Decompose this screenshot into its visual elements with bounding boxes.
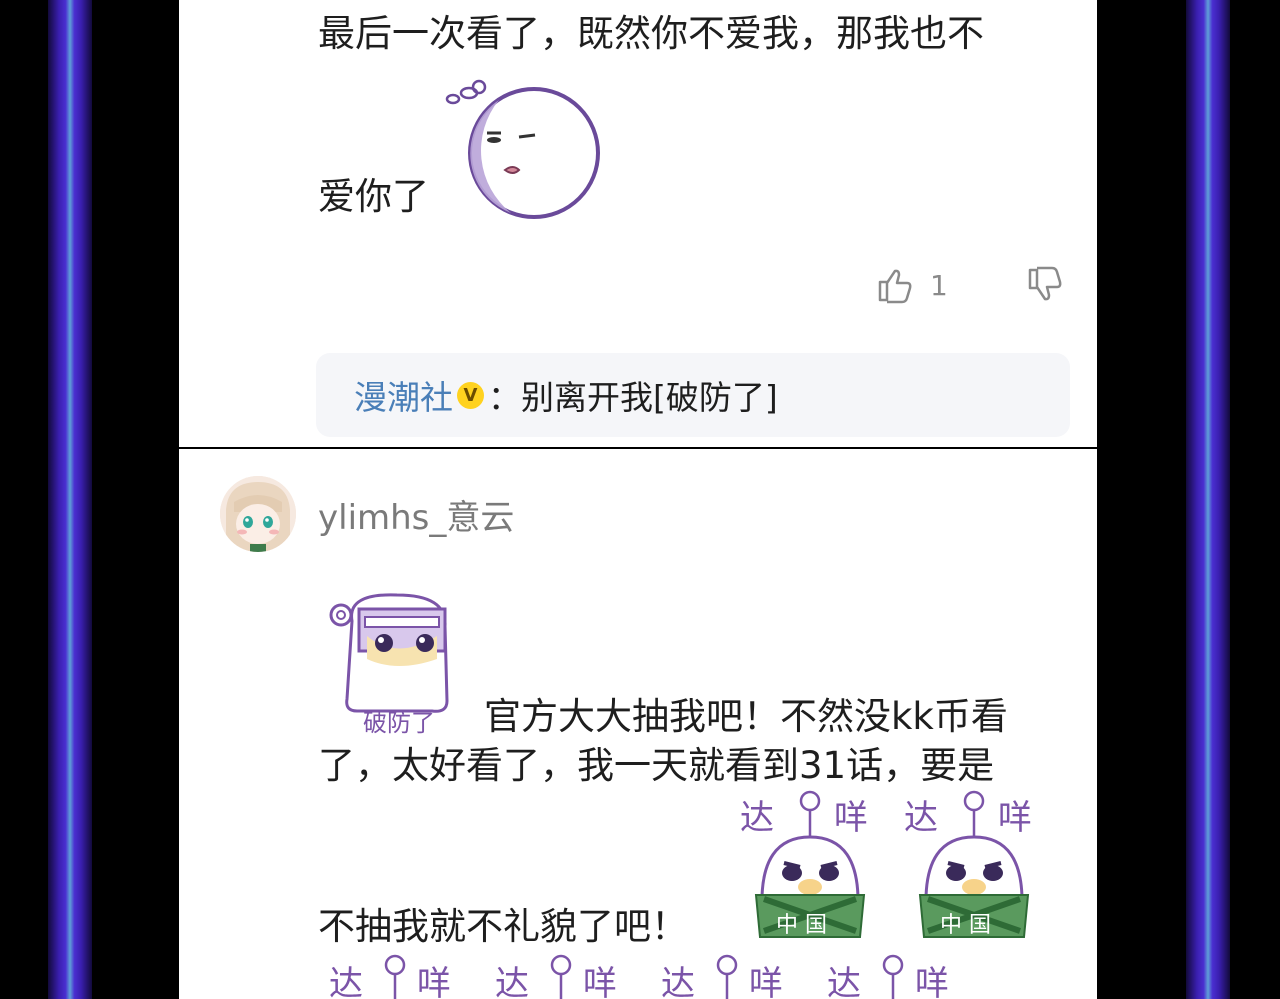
svg-text:达: 达 bbox=[827, 964, 861, 999]
comment-text-line1: 官方大大抽我吧！不然没kk币看 bbox=[484, 695, 1008, 738]
damie-sticker: 达 咩 中 国 bbox=[740, 790, 868, 938]
right-glow-border bbox=[1186, 0, 1230, 999]
like-button[interactable]: 1 bbox=[876, 266, 948, 304]
svg-text:咩: 咩 bbox=[417, 964, 451, 999]
user-avatar[interactable] bbox=[220, 476, 296, 552]
svg-text:达: 达 bbox=[495, 964, 529, 999]
sticker-broken-label: 破防了 bbox=[363, 709, 435, 737]
svg-text:达: 达 bbox=[329, 964, 363, 999]
svg-text:咩: 咩 bbox=[915, 964, 949, 999]
thumb-down-icon bbox=[1028, 266, 1062, 301]
svg-text:中 国: 中 国 bbox=[776, 913, 827, 938]
damie-sticker-top: 达 咩 bbox=[827, 954, 949, 999]
svg-text:达: 达 bbox=[740, 798, 774, 838]
reply-separator: ： bbox=[488, 378, 521, 417]
svg-text:达: 达 bbox=[661, 964, 695, 999]
svg-text:咩: 咩 bbox=[834, 798, 868, 838]
damie-sticker: 达 咩 中 国 bbox=[904, 790, 1032, 938]
comment-card-bottom: ylimhs_意云 破防了 官方大大抽我吧！不然没kk币看 了，太好看了，我一天… bbox=[179, 449, 1097, 999]
svg-text:咩: 咩 bbox=[583, 964, 617, 999]
reply-preview[interactable]: 漫潮社 V ： 别离开我[破防了] bbox=[316, 353, 1070, 437]
dislike-button[interactable] bbox=[1026, 266, 1064, 304]
reply-author-name[interactable]: 漫潮社 bbox=[354, 371, 453, 419]
svg-text:咩: 咩 bbox=[749, 964, 783, 999]
comment-card-top: 最后一次看了，既然你不爱我，那我也不 爱你了 1 漫潮社 V ： 别离开我[破防… bbox=[179, 0, 1097, 447]
left-glow-border bbox=[48, 0, 92, 999]
damie-sticker-row-2: 达 咩 达 咩 达 咩 达 咩 bbox=[329, 949, 951, 999]
damie-sticker-top: 达 咩 bbox=[495, 954, 617, 999]
comment-text-line1: 最后一次看了，既然你不爱我，那我也不 bbox=[318, 12, 984, 55]
svg-text:达: 达 bbox=[904, 798, 938, 838]
like-count: 1 bbox=[930, 268, 948, 302]
damie-sticker-row: 达 咩 中 国 达 咩 中 国 bbox=[734, 787, 1054, 952]
broken-defense-sticker: 破防了 bbox=[329, 593, 449, 737]
thumb-up-icon bbox=[878, 269, 912, 304]
reply-text: 别离开我[破防了] bbox=[521, 378, 778, 417]
svg-text:咩: 咩 bbox=[998, 798, 1032, 838]
comment-text-line2: 了，太好看了，我一天就看到31话，要是 bbox=[318, 744, 995, 787]
svg-text:中 国: 中 国 bbox=[940, 913, 991, 938]
comment-text-line2: 爱你了 bbox=[318, 175, 429, 218]
moon-face-sticker bbox=[445, 79, 600, 219]
damie-sticker-top: 达 咩 bbox=[329, 954, 451, 999]
verified-v-icon: V bbox=[457, 381, 484, 409]
damie-sticker-top: 达 咩 bbox=[661, 954, 783, 999]
comment-text-line3: 不抽我就不礼貌了吧！ bbox=[318, 905, 688, 948]
username[interactable]: ylimhs_意云 bbox=[318, 490, 514, 539]
